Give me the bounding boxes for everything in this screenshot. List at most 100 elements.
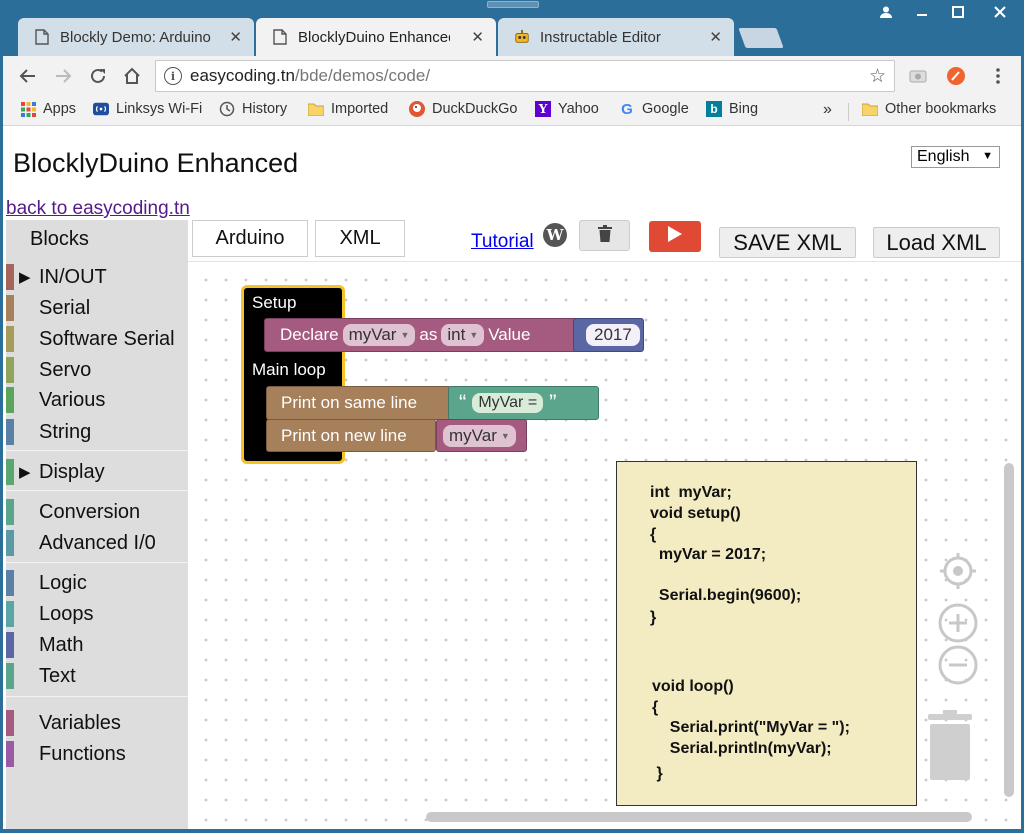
category-color xyxy=(6,459,14,485)
print-new-line-block[interactable]: Print on new line xyxy=(266,419,436,452)
window-drag-handle[interactable] xyxy=(487,1,539,8)
type-value: int xyxy=(447,325,466,344)
category-serial[interactable]: Serial xyxy=(6,293,188,323)
bookmarks-bar: Apps Linksys Wi-Fi History Imported Duck… xyxy=(0,96,1024,126)
bookmark-history[interactable]: History xyxy=(219,101,287,117)
tab-instructable-editor[interactable]: Instructable Editor ✕ xyxy=(498,18,734,56)
discard-button[interactable] xyxy=(579,220,630,251)
category-logic[interactable]: Logic xyxy=(6,568,188,598)
color-picker-extension-icon[interactable] xyxy=(946,66,966,86)
category-label: Loops xyxy=(39,602,94,625)
profile-icon[interactable] xyxy=(868,0,904,24)
category-advanced-io[interactable]: Advanced I/0 xyxy=(6,528,188,558)
reload-icon[interactable] xyxy=(86,64,110,88)
expand-triangle-icon[interactable]: ▶ xyxy=(19,463,39,481)
zoom-in-icon[interactable] xyxy=(938,603,978,648)
extension-icon[interactable] xyxy=(908,66,928,86)
category-label: String xyxy=(39,420,92,443)
code-line: { xyxy=(652,699,659,716)
expand-triangle-icon[interactable]: ▶ xyxy=(19,268,39,286)
category-functions[interactable]: Functions xyxy=(6,739,188,769)
tutorial-link[interactable]: Tutorial xyxy=(471,231,534,253)
more-bookmarks-button[interactable]: » xyxy=(823,101,832,119)
minimize-icon[interactable] xyxy=(904,0,940,24)
category-math[interactable]: Math xyxy=(6,630,188,660)
category-string[interactable]: String xyxy=(6,417,188,447)
menu-dots-icon[interactable] xyxy=(988,66,1008,86)
bookmark-label: Imported xyxy=(331,101,389,117)
category-label: Variables xyxy=(39,711,121,734)
number-value[interactable]: 2017 xyxy=(586,324,640,346)
bookmark-bing[interactable]: b Bing xyxy=(706,101,758,117)
horizontal-scrollbar[interactable] xyxy=(426,812,972,822)
declare-variable-block[interactable]: Declare myVar ▼ as int ▼ Value xyxy=(264,318,581,352)
play-icon xyxy=(667,225,683,248)
category-color xyxy=(6,741,14,767)
text-string-block[interactable]: “ MyVar = ” xyxy=(448,386,599,420)
bookmark-duckduckgo[interactable]: DuckDuckGo xyxy=(409,101,517,117)
bookmark-other[interactable]: Other bookmarks xyxy=(862,101,996,117)
category-display[interactable]: ▶ Display xyxy=(6,457,188,487)
dropdown-arrow-icon: ▼ xyxy=(982,150,993,162)
language-select[interactable]: English ▼ xyxy=(911,146,1000,168)
type-dropdown[interactable]: int ▼ xyxy=(441,324,485,346)
category-loops[interactable]: Loops xyxy=(6,599,188,629)
bookmark-imported[interactable]: Imported xyxy=(308,101,388,117)
wordpress-icon[interactable]: W xyxy=(543,223,567,247)
instructables-robot-icon xyxy=(514,29,530,45)
category-color xyxy=(6,264,14,290)
tab-xml[interactable]: XML xyxy=(315,220,405,257)
bookmark-linksys[interactable]: Linksys Wi-Fi xyxy=(93,101,202,117)
variable-dropdown[interactable]: myVar ▼ xyxy=(342,324,416,346)
tab-blocklyduino-enhanced[interactable]: BlocklyDuino Enhanced C ✕ xyxy=(256,18,496,56)
bookmark-star-icon[interactable]: ☆ xyxy=(869,65,886,87)
tab-arduino[interactable]: Arduino xyxy=(192,220,308,257)
category-label: Advanced I/0 xyxy=(39,531,156,554)
forward-arrow-icon[interactable] xyxy=(51,64,75,88)
address-bar[interactable]: i easycoding.tn /bde/demos/code/ ☆ xyxy=(155,60,895,92)
bookmark-yahoo[interactable]: Y Yahoo xyxy=(535,101,599,117)
category-conversion[interactable]: Conversion xyxy=(6,497,188,527)
print-same-line-block[interactable]: Print on same line xyxy=(266,386,452,420)
close-icon[interactable]: ✕ xyxy=(471,28,484,46)
close-icon[interactable]: ✕ xyxy=(709,28,722,46)
tab-blockly-demo-arduino[interactable]: Blockly Demo: Arduino ✕ xyxy=(18,18,254,56)
variable-dropdown[interactable]: myVar ▼ xyxy=(443,424,516,447)
workspace-trash-icon[interactable] xyxy=(926,710,974,787)
dropdown-arrow-icon: ▼ xyxy=(400,330,410,340)
close-icon[interactable]: ✕ xyxy=(229,28,242,46)
category-servo[interactable]: Servo xyxy=(6,355,188,385)
variable-getter-block[interactable]: myVar ▼ xyxy=(436,419,527,452)
video-button[interactable] xyxy=(649,221,701,252)
close-window-icon[interactable] xyxy=(976,0,1024,24)
code-line: void loop() xyxy=(652,678,734,695)
save-xml-button[interactable]: SAVE XML xyxy=(719,227,856,258)
back-arrow-icon[interactable] xyxy=(16,64,40,88)
maximize-icon[interactable] xyxy=(940,0,976,24)
bookmark-label: History xyxy=(242,101,288,117)
number-block[interactable]: 2017 xyxy=(573,318,644,352)
main-loop-label: Main loop xyxy=(252,360,326,379)
string-value[interactable]: MyVar = xyxy=(472,393,544,413)
category-color xyxy=(6,710,14,736)
vertical-scrollbar[interactable] xyxy=(1004,463,1014,797)
category-variables[interactable]: Variables xyxy=(6,708,188,738)
category-text[interactable]: Text xyxy=(6,661,188,691)
category-software-serial[interactable]: Software Serial xyxy=(6,324,188,354)
back-link[interactable]: back to easycoding.tn xyxy=(6,198,190,220)
new-tab-button[interactable] xyxy=(738,28,784,48)
zoom-out-icon[interactable] xyxy=(938,645,978,690)
blocks-sidebar: Blocks ▶ IN/OUT Serial Software Serial S… xyxy=(6,220,188,833)
home-icon[interactable] xyxy=(120,64,144,88)
blockly-workspace[interactable]: Setup Main loop Declare myVar ▼ as int ▼ V… xyxy=(188,261,1021,827)
bookmark-apps[interactable]: Apps xyxy=(20,101,76,117)
info-icon[interactable]: i xyxy=(164,67,182,85)
category-various[interactable]: Various xyxy=(6,385,188,415)
recenter-icon[interactable] xyxy=(938,551,978,596)
google-icon: G xyxy=(621,100,633,118)
category-label: Display xyxy=(39,460,105,483)
load-xml-button[interactable]: Load XML xyxy=(873,227,1000,258)
code-line: { xyxy=(650,526,657,543)
category-in-out[interactable]: ▶ IN/OUT xyxy=(6,262,188,292)
bookmark-google[interactable]: G Google xyxy=(619,100,689,118)
